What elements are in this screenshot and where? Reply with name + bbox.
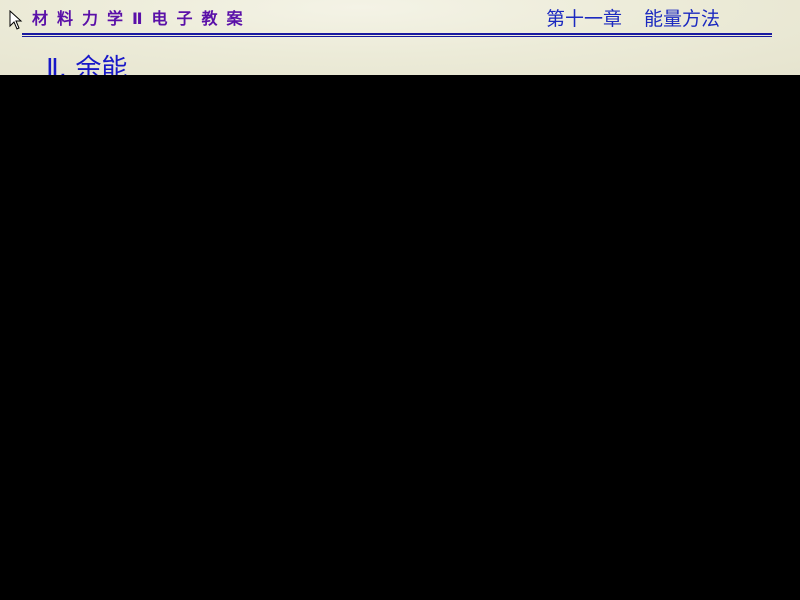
chapter-number: 第十一章 — [546, 8, 623, 30]
chapter-title: 能量方法 — [644, 8, 721, 30]
chapter-label: 第十一章 能量方法 — [546, 4, 720, 31]
course-title: 材料力学Ⅱ电子教案 — [32, 9, 252, 28]
header-rule-thin — [22, 36, 772, 37]
header-rule — [22, 33, 772, 35]
blank-content-area — [0, 75, 800, 600]
mouse-cursor-icon — [9, 10, 23, 30]
slide: 材料力学Ⅱ电子教案 第十一章 能量方法 Ⅱ. 余能 — [0, 0, 800, 75]
section-heading: Ⅱ. 余能 — [46, 54, 128, 75]
